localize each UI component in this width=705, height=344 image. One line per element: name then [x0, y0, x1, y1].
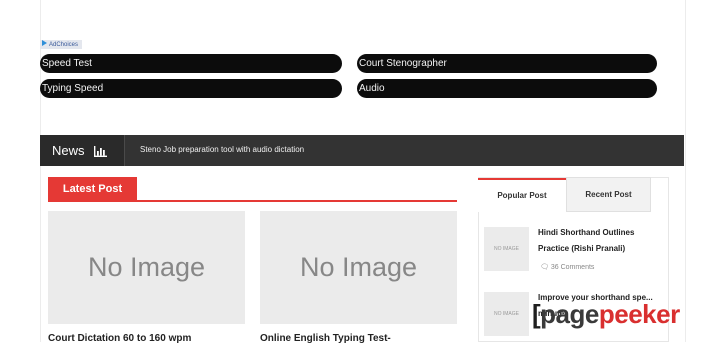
news-ticker-bar: News Steno Job preparation tool with aud… — [40, 135, 684, 166]
tab-popular-post[interactable]: Popular Post — [478, 178, 566, 212]
latest-post-divider — [48, 200, 457, 202]
popular-comments-count-1: 36 Comments — [550, 264, 595, 271]
ad-link-court-stenographer[interactable]: Court Stenographer — [357, 54, 657, 73]
news-ticker-link[interactable]: Steno Job preparation tool with audio di… — [140, 145, 304, 154]
post-thumbnail-1[interactable]: No Image — [48, 211, 245, 324]
ad-link-audio[interactable]: Audio — [357, 79, 657, 98]
adchoices-badge[interactable]: AdChoices — [40, 40, 83, 49]
bar-chart-icon — [94, 146, 107, 157]
post-thumbnail-2[interactable]: No Image — [260, 211, 457, 324]
ad-link-typing-speed[interactable]: Typing Speed — [40, 79, 342, 98]
watermark-page: page — [540, 299, 599, 329]
popular-thumbnail-1[interactable]: NO IMAGE — [484, 227, 529, 271]
pagepeeker-watermark: [pagepeeker — [532, 299, 680, 329]
latest-post-heading: Latest Post — [48, 177, 137, 201]
post-title-1[interactable]: Court Dictation 60 to 160 wpm — [48, 333, 191, 344]
popular-title-1[interactable]: Hindi Shorthand Outlines Practice (Rishi… — [538, 225, 654, 257]
popular-thumbnail-2[interactable]: NO IMAGE — [484, 292, 529, 336]
news-label-box: News — [40, 135, 125, 166]
adchoices-play-icon — [42, 40, 47, 46]
popular-comments-1: 🗨 36 Comments — [540, 263, 594, 271]
ad-link-speed-test[interactable]: Speed Test — [40, 54, 342, 73]
tab-recent-post[interactable]: Recent Post — [566, 177, 651, 212]
comment-icon: 🗨 — [540, 264, 549, 271]
watermark-peeker: peeker — [598, 299, 680, 329]
adchoices-label: AdChoices — [49, 42, 79, 48]
post-title-2[interactable]: Online English Typing Test- — [260, 333, 391, 344]
watermark-bracket: [ — [532, 299, 541, 329]
news-label: News — [52, 143, 85, 158]
